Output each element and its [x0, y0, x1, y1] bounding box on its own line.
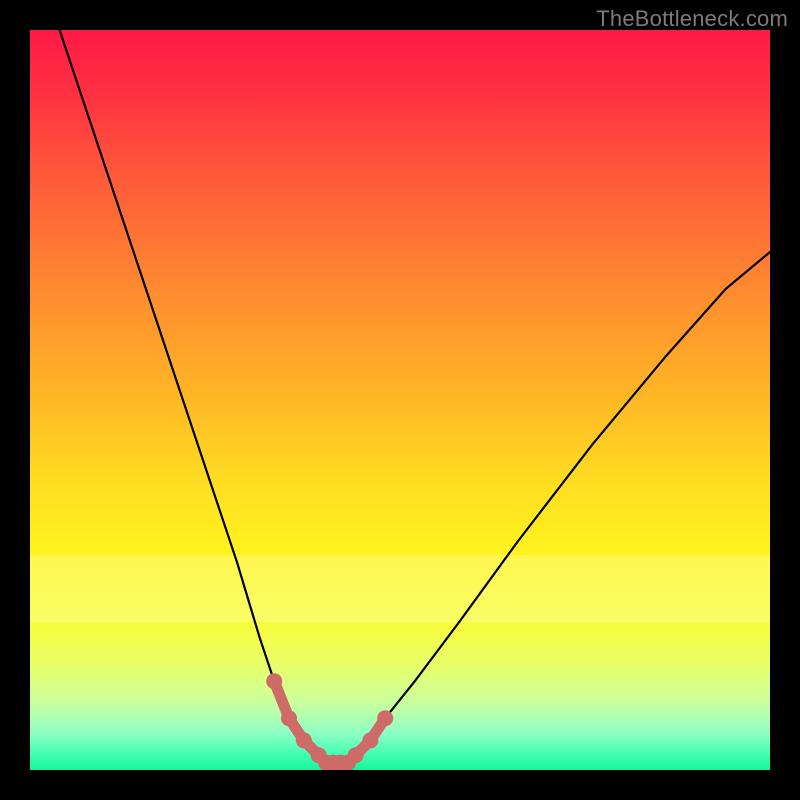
chart-plot-area — [30, 30, 770, 770]
watermark-text: TheBottleneck.com — [596, 6, 788, 32]
chart-svg — [30, 30, 770, 770]
chart-stage: TheBottleneck.com — [0, 0, 800, 800]
bottleneck-curve — [60, 30, 770, 763]
bottom-dots-connector — [274, 681, 385, 762]
